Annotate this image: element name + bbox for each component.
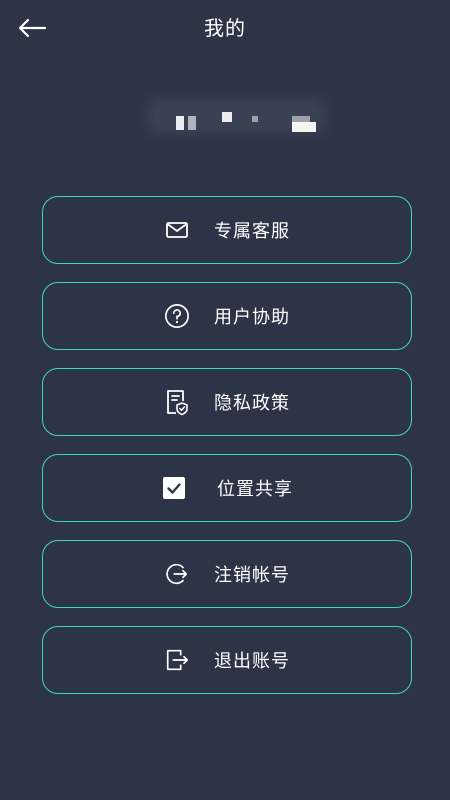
menu-item-sign-out[interactable]: 退出账号 [42,626,412,694]
menu-item-label: 隐私政策 [214,393,290,414]
menu-item-label: 位置共享 [217,479,293,500]
menu-item-label: 注销帐号 [214,565,290,586]
logout-circle-icon [164,561,190,587]
menu-item-delete-account[interactable]: 注销帐号 [42,540,412,608]
checkbox-checked-icon[interactable] [161,475,187,501]
menu-item-privacy-policy[interactable]: 隐私政策 [42,368,412,436]
mail-icon [164,217,190,243]
exit-box-icon [164,647,190,673]
header-bar: 我的 [0,0,450,56]
page-title: 我的 [204,16,246,40]
menu-item-user-help[interactable]: 用户协助 [42,282,412,350]
menu-item-label: 用户协助 [214,307,290,328]
menu-item-location-sharing[interactable]: 位置共享 [42,454,412,522]
help-circle-icon [164,303,190,329]
menu-list: 专属客服 用户协助 隐私政策 位置共享 注销帐号 退出账号 [42,196,412,712]
menu-item-label: 专属客服 [214,221,290,242]
policy-document-icon [164,389,190,416]
user-name-redacted [148,92,328,142]
menu-item-label: 退出账号 [214,651,290,672]
menu-item-customer-service[interactable]: 专属客服 [42,196,412,264]
